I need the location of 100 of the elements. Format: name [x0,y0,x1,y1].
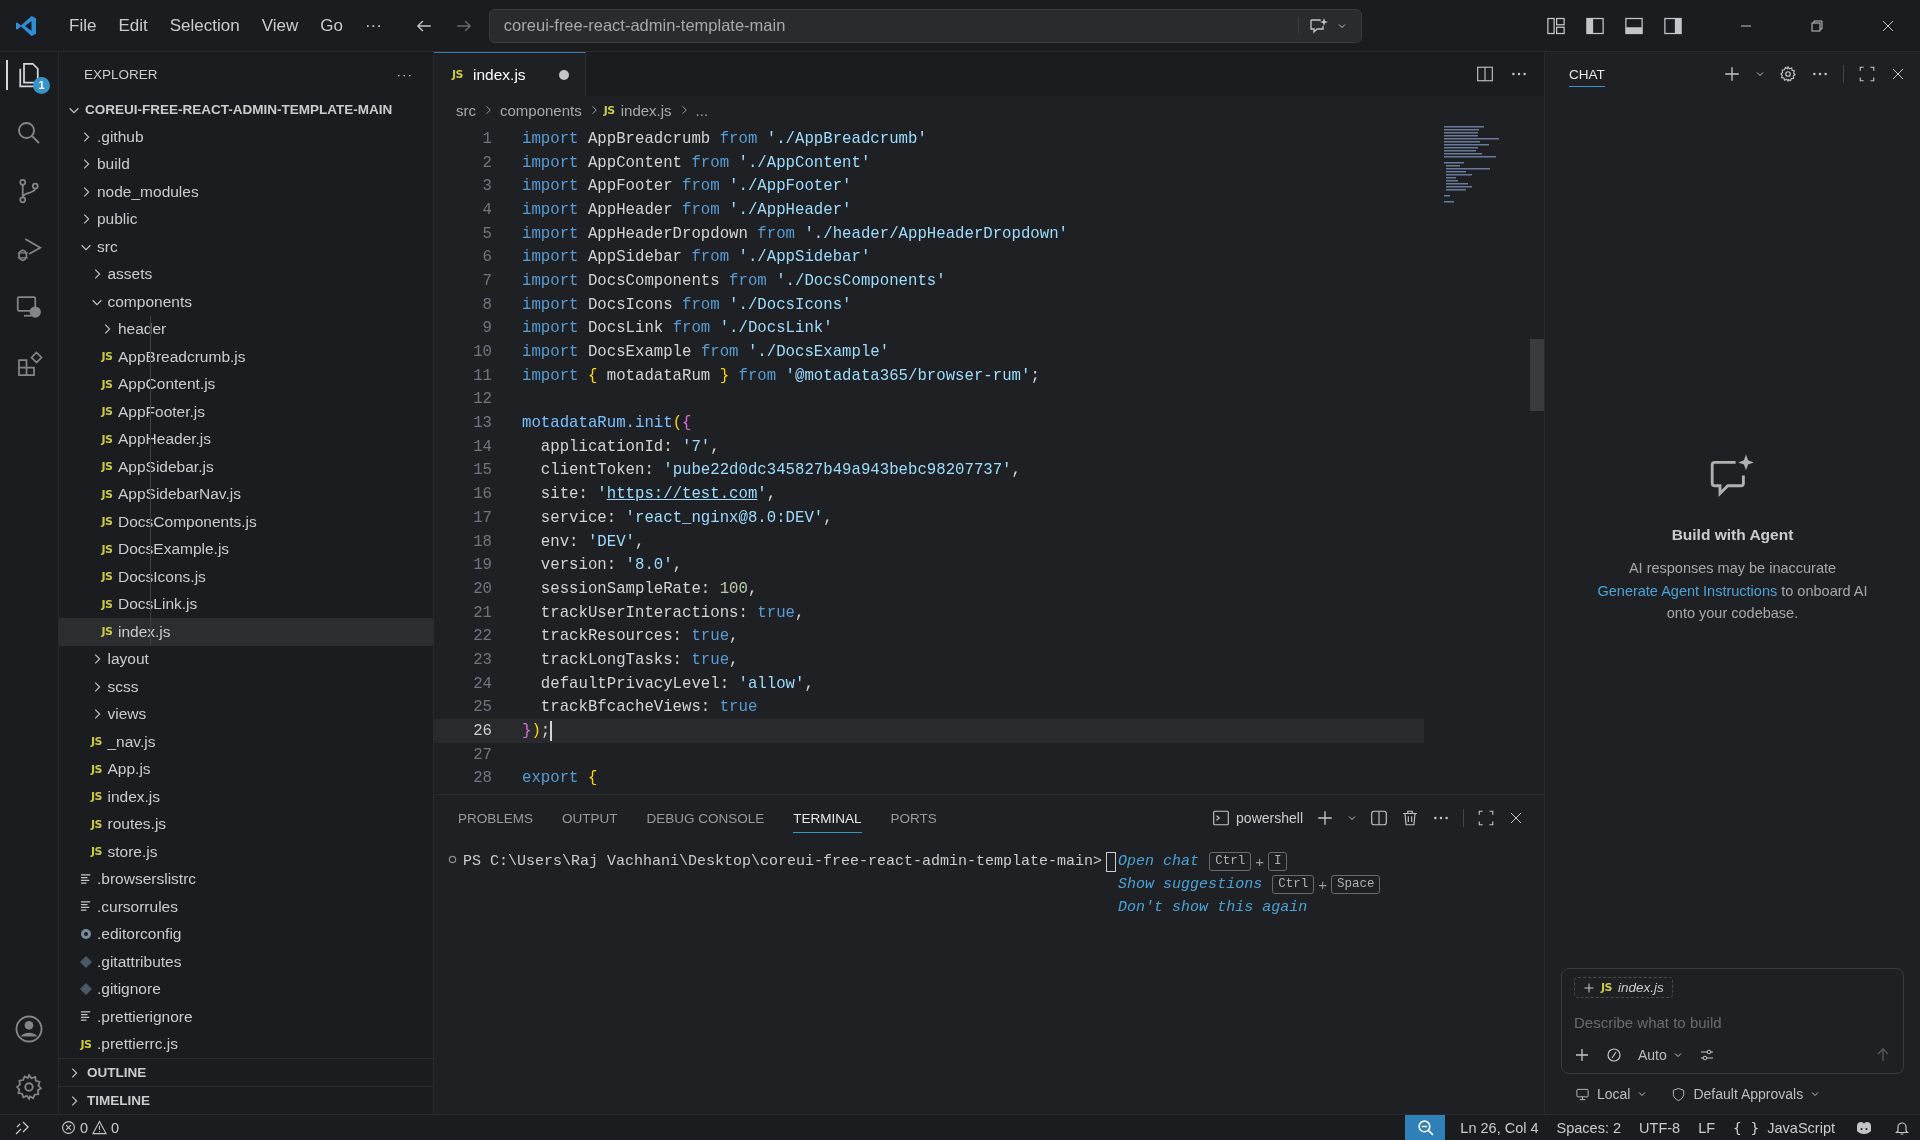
chat-tab[interactable]: CHAT [1569,61,1605,87]
agent-instructions-link[interactable]: Generate Agent Instructions [1597,583,1778,599]
sliders-icon[interactable] [1698,1047,1715,1063]
indentation-status[interactable]: Spaces: 2 [1547,1119,1631,1136]
location-picker[interactable]: Local [1575,1086,1648,1102]
tree-item[interactable]: .gitignore [59,975,433,1003]
send-arrow-icon[interactable] [1875,1047,1891,1063]
error-count[interactable]: 0 [80,1119,89,1136]
tools-icon[interactable] [1606,1047,1622,1063]
terminal-hint-link[interactable]: Open chat [1118,853,1200,870]
line-ending-status[interactable]: LF [1689,1119,1725,1136]
language-mode-status[interactable]: { } JavaScript [1724,1119,1844,1136]
unsaved-dot-icon[interactable] [559,69,569,80]
chat-sparkle-icon[interactable] [1297,16,1329,35]
zoom-status-icon[interactable] [1405,1115,1446,1140]
tree-item[interactable]: src [59,233,433,261]
sidebar-toggle-icon[interactable] [1585,15,1605,36]
tree-item[interactable]: public [59,205,433,233]
tree-item[interactable]: build [59,150,433,178]
chat-input-field[interactable]: Describe what to build [1574,1006,1891,1039]
section-header[interactable]: OUTLINE [59,1058,433,1086]
settings-icon[interactable] [1779,65,1797,83]
editor-tab[interactable]: JS index.js [434,52,586,96]
more-actions-button[interactable]: ··· [396,66,413,82]
add-icon[interactable] [1574,1047,1590,1063]
tree-item[interactable]: JS _nav.js [59,728,433,756]
tree-item[interactable]: .prettierignore [59,1003,433,1031]
tree-item[interactable]: scss [59,673,433,701]
close-icon[interactable] [1890,66,1906,82]
tree-item[interactable]: node_modules [59,178,433,206]
scrollbar[interactable] [1530,339,1544,411]
copilot-icon[interactable] [1854,1119,1874,1136]
remote-icon[interactable] [14,1119,30,1136]
breadcrumb-item[interactable]: components [498,101,584,119]
tree-item[interactable]: JS AppContent.js [59,370,433,398]
tree-item[interactable]: JS App.js [59,755,433,783]
breadcrumb-item[interactable]: src [454,101,478,119]
code-link[interactable]: https://test.com [606,485,758,504]
command-search-field[interactable]: coreui-free-react-admin-template-main [488,8,1362,43]
encoding-status[interactable]: UTF-8 [1630,1119,1690,1136]
panel-tab[interactable]: PROBLEMS [458,802,534,833]
tree-item[interactable]: JS AppSidebar.js [59,453,433,481]
tree-item[interactable]: JS AppFooter.js [59,398,433,426]
attachment-chip[interactable]: JS index.js [1574,977,1673,998]
tree-item[interactable]: JS DocsIcons.js [59,563,433,591]
tree-item[interactable]: .editorconfig [59,920,433,948]
tree-item[interactable]: views [59,700,433,728]
tree-item[interactable]: assets [59,260,433,288]
cursor-position-status[interactable]: Ln 26, Col 4 [1451,1119,1548,1136]
menu-item[interactable]: File [58,11,108,40]
tree-item[interactable]: JS AppBreadcrumb.js [59,343,433,371]
warning-icon[interactable] [92,1120,108,1135]
tree-item[interactable]: JS index.js [59,618,433,646]
model-picker[interactable]: Auto [1638,1047,1683,1063]
tree-item[interactable]: components [59,288,433,316]
notifications-bell-icon[interactable] [1894,1119,1910,1136]
secondary-sidebar-icon[interactable] [1663,15,1683,36]
tree-item[interactable]: JS store.js [59,838,433,866]
error-icon[interactable] [61,1120,76,1135]
trash-icon[interactable] [1401,808,1419,827]
menu-item[interactable]: Selection [158,11,251,40]
tree-item[interactable]: JS routes.js [59,810,433,838]
split-editor-icon[interactable] [1476,65,1494,83]
tree-item[interactable]: .cursorrules [59,893,433,921]
split-terminal-icon[interactable] [1370,808,1388,827]
restore-icon[interactable] [1809,17,1825,34]
terminal-selector[interactable]: powershell [1212,808,1303,827]
tree-item[interactable]: JS .prettierrc.js [59,1030,433,1058]
menu-item[interactable]: View [250,11,310,40]
panel-tab[interactable]: OUTPUT [562,802,618,833]
maximize-icon[interactable] [1858,65,1876,83]
chat-composer[interactable]: JS index.js Describe what to build Auto [1561,968,1904,1074]
panel-toggle-icon[interactable] [1624,15,1644,36]
maximize-icon[interactable] [1477,808,1495,827]
tree-item[interactable]: JS DocsExample.js [59,535,433,563]
tree-item[interactable]: JS AppSidebarNav.js [59,480,433,508]
tree-item[interactable]: layout [59,645,433,673]
panel-tab[interactable]: TERMINAL [793,802,862,833]
breadcrumb-item[interactable]: ... [693,101,711,119]
layout-icon[interactable] [1546,15,1566,36]
tree-item[interactable]: JS DocsComponents.js [59,508,433,536]
tree-item[interactable]: .github [59,123,433,151]
new-terminal-icon[interactable] [1316,808,1334,827]
terminal-hint-link[interactable]: Don't show this again [1118,899,1308,916]
breadcrumb-item[interactable]: index.js [618,101,674,119]
account-icon[interactable] [14,1014,44,1044]
approvals-picker[interactable]: Default Approvals [1671,1086,1821,1102]
tree-item[interactable]: .browserslistrc [59,865,433,893]
tree-item[interactable]: .gitattributes [59,948,433,976]
panel-tab[interactable]: PORTS [890,802,937,833]
menu-item[interactable]: ··· [353,11,393,40]
tree-item[interactable]: JS AppHeader.js [59,425,433,453]
new-chat-icon[interactable] [1723,65,1741,83]
tree-item[interactable]: JS DocsLink.js [59,590,433,618]
settings-icon[interactable] [14,1072,44,1102]
panel-tab[interactable]: DEBUG CONSOLE [646,802,765,833]
menu-item[interactable]: Edit [107,11,159,40]
section-header[interactable]: TIMELINE [59,1086,433,1114]
menu-item[interactable]: Go [309,11,354,40]
warning-count[interactable]: 0 [111,1119,120,1136]
